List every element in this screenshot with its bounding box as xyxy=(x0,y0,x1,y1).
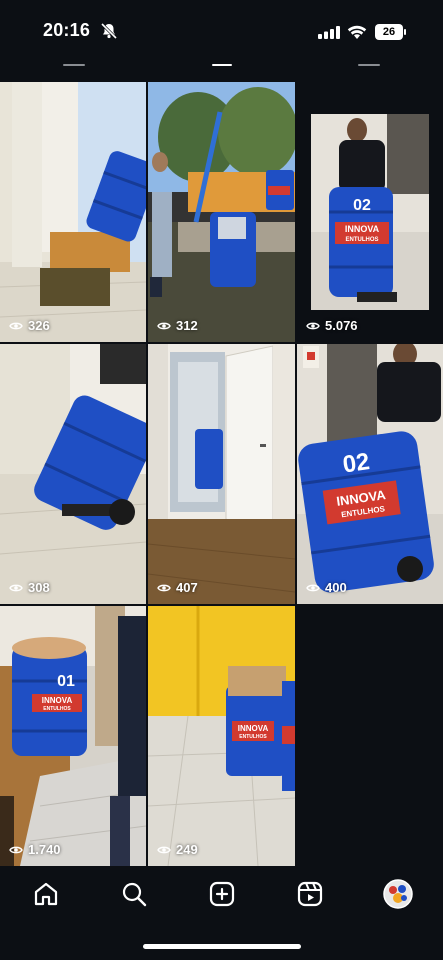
eye-icon xyxy=(157,845,171,855)
drum-number: 02 xyxy=(341,448,371,478)
views-count-text: 400 xyxy=(325,580,347,595)
post-thumbnail[interactable]: 02 INNOVA ENTULHOS 5.076 xyxy=(297,82,443,342)
views-count-text: 326 xyxy=(28,318,50,333)
bell-muted-icon xyxy=(100,22,118,44)
tab-tagged[interactable] xyxy=(358,64,380,66)
views-count-text: 407 xyxy=(176,580,198,595)
views-count: 5.076 xyxy=(306,318,358,333)
search-button[interactable] xyxy=(116,878,152,914)
create-icon xyxy=(208,880,236,913)
views-count-text: 249 xyxy=(176,842,198,857)
tab-reels[interactable] xyxy=(212,64,232,66)
eye-icon xyxy=(9,321,23,331)
drum-brand-sub: ENTULHOS xyxy=(239,734,267,740)
wifi-icon xyxy=(347,24,367,45)
home-button[interactable] xyxy=(28,878,64,914)
drum-brand-sub: ENTULHOS xyxy=(43,706,71,712)
views-count-text: 312 xyxy=(176,318,198,333)
drum-brand: INNOVA xyxy=(42,696,73,705)
tab-grid[interactable] xyxy=(63,64,85,66)
reels-icon xyxy=(296,880,324,913)
views-count-text: 5.076 xyxy=(325,318,358,333)
search-icon xyxy=(120,880,148,913)
views-count-text: 1.740 xyxy=(28,842,61,857)
views-count: 400 xyxy=(306,580,347,595)
views-count: 1.740 xyxy=(9,842,61,857)
battery-level: 26 xyxy=(375,24,403,40)
views-count: 326 xyxy=(9,318,50,333)
home-icon xyxy=(32,880,60,913)
views-count-text: 308 xyxy=(28,580,50,595)
battery-cap xyxy=(404,29,406,35)
profile-button[interactable] xyxy=(380,878,416,914)
post-thumbnail[interactable]: 01 INNOVA ENTULHOS 1.740 xyxy=(0,606,146,866)
post-grid: 326 312 02 INNOVA ENTULHOS 5.076 308 407… xyxy=(0,82,443,866)
drum-number: 02 xyxy=(353,197,371,214)
drum-brand-sub: ENTULHOS xyxy=(346,237,379,243)
post-thumbnail[interactable]: 326 xyxy=(0,82,146,342)
eye-icon xyxy=(306,321,320,331)
eye-icon xyxy=(306,583,320,593)
views-count: 407 xyxy=(157,580,198,595)
drum-brand: INNOVA xyxy=(238,724,269,733)
eye-icon xyxy=(157,583,171,593)
eye-icon xyxy=(9,845,23,855)
create-button[interactable] xyxy=(204,878,240,914)
views-count: 249 xyxy=(157,842,198,857)
home-indicator xyxy=(143,944,301,949)
post-thumbnail[interactable]: 312 xyxy=(148,82,295,342)
profile-avatar xyxy=(383,878,413,914)
eye-icon xyxy=(9,583,23,593)
post-thumbnail[interactable]: INNOVA ENTULHOS 249 xyxy=(148,606,295,866)
post-thumbnail[interactable]: 308 xyxy=(0,344,146,604)
post-thumbnail[interactable]: 407 xyxy=(148,344,295,604)
eye-icon xyxy=(157,321,171,331)
reels-button[interactable] xyxy=(292,878,328,914)
views-count: 312 xyxy=(157,318,198,333)
drum-number: 01 xyxy=(57,673,75,690)
post-thumbnail[interactable]: 02 INNOVA ENTULHOS 400 xyxy=(297,344,443,604)
drum-brand: INNOVA xyxy=(345,224,380,234)
status-time: 20:16 xyxy=(43,20,91,40)
profile-tabs xyxy=(0,58,443,80)
views-count: 308 xyxy=(9,580,50,595)
status-bar: 20:16 26 xyxy=(0,0,443,58)
signal-icon xyxy=(318,26,340,44)
